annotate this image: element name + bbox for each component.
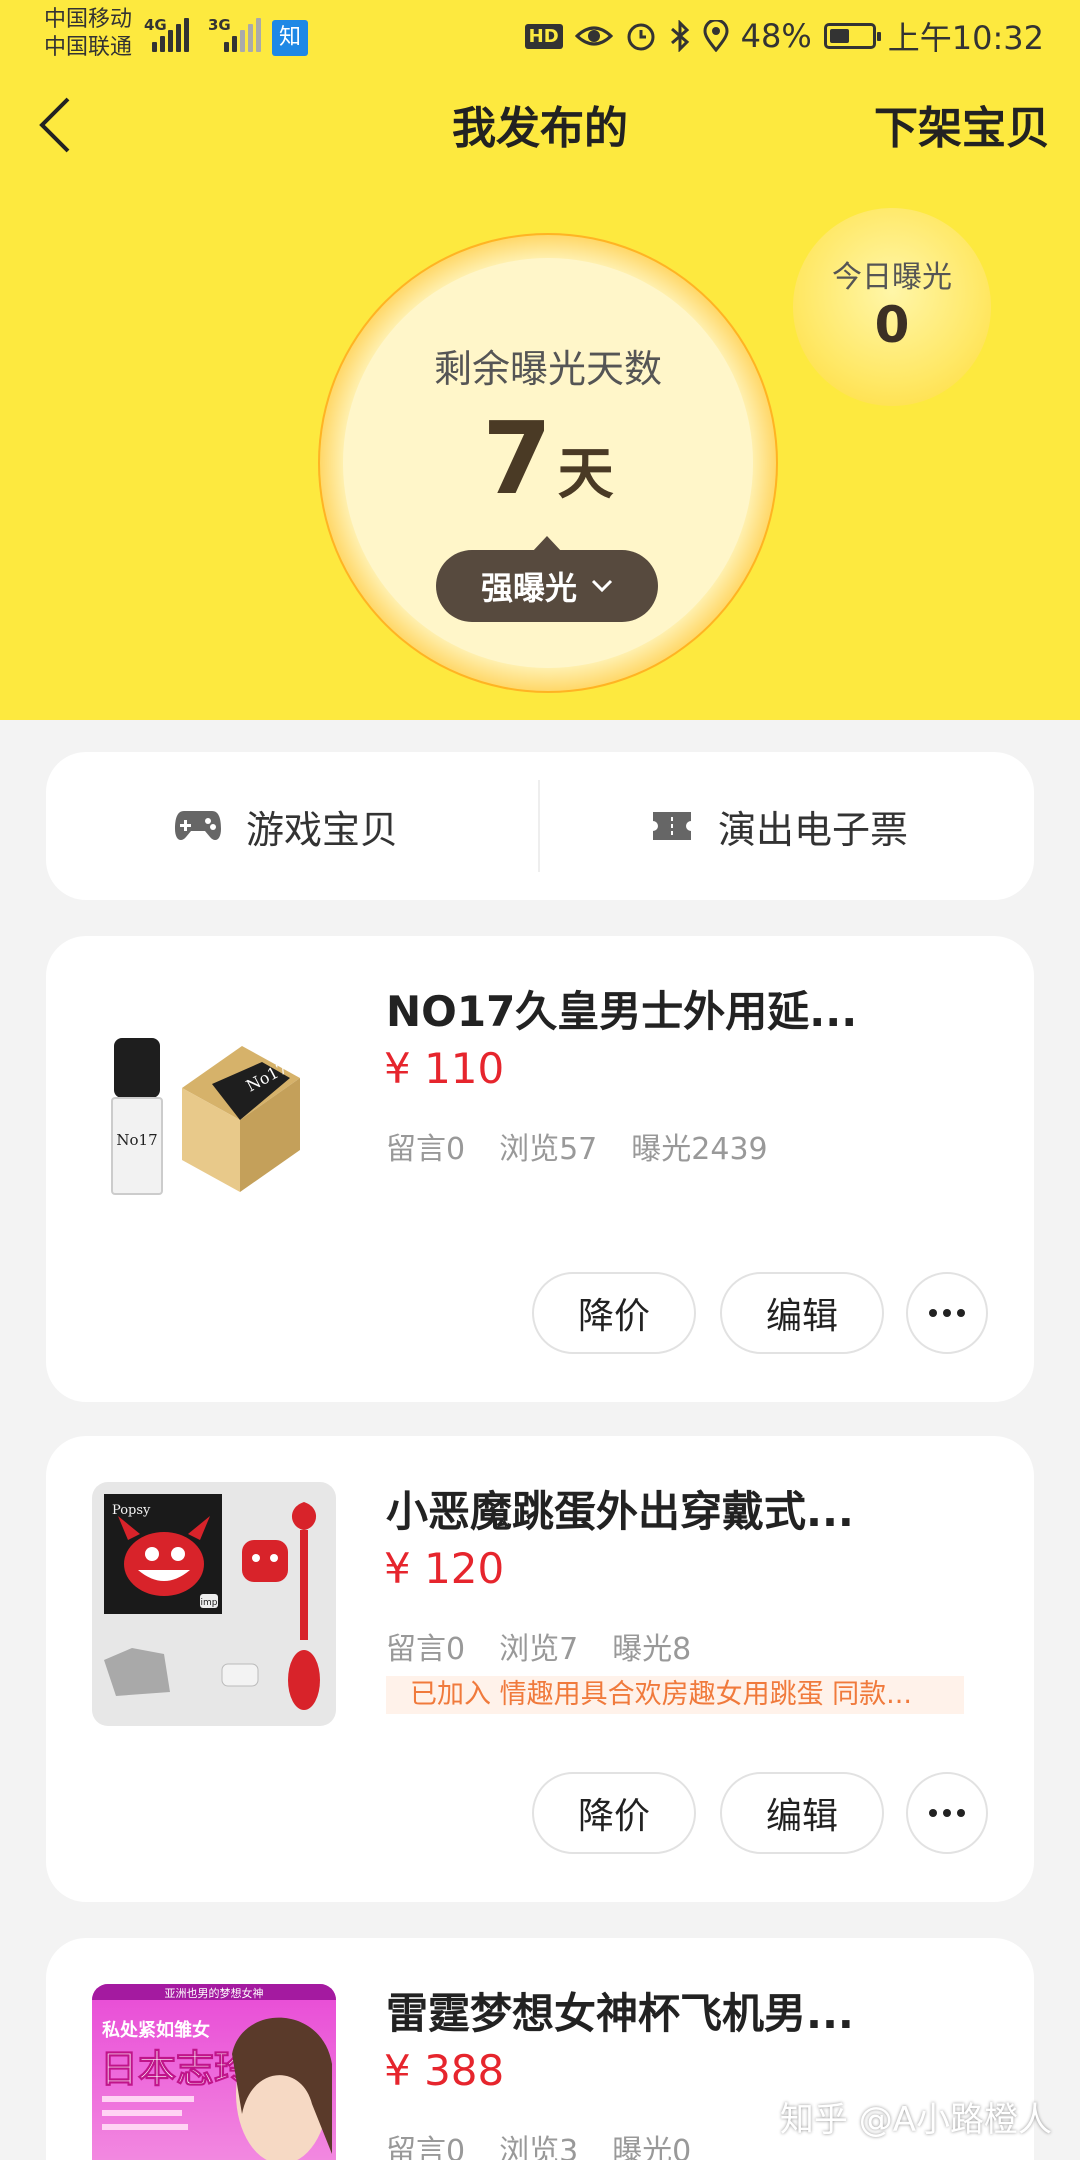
views-count: 浏览3 bbox=[499, 2134, 579, 2160]
thumb-banner: 亚洲也男的梦想女神 bbox=[165, 1986, 264, 2000]
category-game-items[interactable]: 游戏宝贝 bbox=[174, 752, 398, 900]
exposure-days-unit: 天 bbox=[557, 442, 614, 507]
status-time: 上午10:32 bbox=[887, 19, 1044, 57]
category-card: 游戏宝贝 演出电子票 bbox=[46, 752, 1034, 900]
comments-count: 留言0 bbox=[386, 1132, 466, 1167]
exposure-days: 7 bbox=[482, 400, 552, 517]
product-thumbnail[interactable]: 亚洲也男的梦想女神 私处紧如雏女 日本志玲 夢 bbox=[92, 1984, 336, 2160]
product-price: ¥ 120 bbox=[384, 1544, 505, 1593]
alarm-icon bbox=[627, 23, 655, 51]
thumb-text-1: 私处紧如雏女 bbox=[102, 2019, 210, 2041]
product-image: Popsy imp bbox=[104, 1494, 320, 1710]
views-count: 浏览57 bbox=[499, 1132, 598, 1167]
status-bar: 中国移动 中国联通 4G 3G 知 HD 48% 上午10:32 bbox=[0, 0, 1080, 70]
status-right: HD 48% 上午10:32 bbox=[524, 14, 1044, 58]
product-thumbnail[interactable]: No17 No17 bbox=[92, 980, 336, 1224]
zhihu-app-icon: 知 bbox=[272, 20, 308, 56]
popsy-brand: Popsy bbox=[112, 1503, 151, 1518]
remaining-exposure-label: 剩余曝光天数 bbox=[433, 347, 662, 391]
remaining-exposure-value: 7 天 bbox=[343, 400, 753, 517]
more-dot bbox=[957, 1809, 965, 1817]
hd-icon: HD bbox=[524, 23, 563, 49]
category-e-ticket[interactable]: 演出电子票 bbox=[650, 752, 908, 900]
product-title: 小恶魔跳蛋外出穿戴式... bbox=[386, 1487, 854, 1536]
more-options-button[interactable] bbox=[906, 1272, 988, 1354]
signal-icon bbox=[152, 18, 189, 52]
product-price: ¥ 388 bbox=[384, 2046, 505, 2095]
battery-percent: 48% bbox=[740, 17, 812, 55]
more-options-button[interactable] bbox=[906, 1772, 988, 1854]
edit-button[interactable]: 编辑 bbox=[720, 1272, 884, 1354]
signal-icon-2 bbox=[224, 18, 261, 52]
product-title: 雷霆梦想女神杯飞机男... bbox=[386, 1989, 854, 2038]
watermark: 知乎 @A小路橙人 bbox=[779, 2100, 1052, 2140]
location-icon bbox=[703, 20, 729, 52]
product-price: ¥ 110 bbox=[384, 1044, 505, 1093]
bottle-logo: No17 bbox=[116, 1131, 157, 1149]
product-card[interactable]: No17 No17 NO17久皇男士外用延... ¥ 110 留言0 浏览57 … bbox=[46, 936, 1034, 1402]
product-title: NO17久皇男士外用延... bbox=[386, 987, 858, 1036]
today-exposure-value: 0 bbox=[874, 296, 910, 354]
product-thumbnail[interactable]: Popsy imp bbox=[92, 1482, 336, 1726]
more-dot bbox=[943, 1309, 951, 1317]
more-dot bbox=[943, 1809, 951, 1817]
strong-exposure-button[interactable]: 强曝光 bbox=[436, 536, 658, 622]
product-stats: 留言0 浏览57 曝光2439 bbox=[386, 1124, 768, 1168]
more-dot bbox=[929, 1309, 937, 1317]
product-stats: 留言0 浏览3 曝光0 bbox=[386, 2126, 691, 2160]
thumb-text-2: 日本志玲 bbox=[100, 2047, 252, 2091]
carrier-2: 中国联通 bbox=[44, 35, 133, 60]
delist-button[interactable]: 下架宝贝 bbox=[874, 92, 1050, 156]
exposure-count: 曝光8 bbox=[612, 1632, 692, 1667]
comments-count: 留言0 bbox=[386, 1632, 466, 1667]
carrier-info: 中国移动 中国联通 bbox=[44, 6, 132, 62]
more-dot bbox=[957, 1309, 965, 1317]
ticket-icon bbox=[653, 812, 691, 840]
battery-icon bbox=[823, 23, 881, 49]
edit-button[interactable]: 编辑 bbox=[720, 1772, 884, 1854]
more-dot bbox=[929, 1809, 937, 1817]
carrier-1: 中国移动 bbox=[44, 7, 133, 32]
bluetooth-icon bbox=[670, 20, 689, 52]
chevron-down-icon bbox=[591, 579, 613, 593]
product-card[interactable]: Popsy imp 小恶魔跳蛋外出穿戴式... ¥ 120 留言0 浏览7 曝光… bbox=[46, 1436, 1034, 1902]
product-image: No17 No17 bbox=[111, 1038, 300, 1195]
views-count: 浏览7 bbox=[499, 1632, 579, 1667]
gamepad-icon bbox=[175, 811, 221, 841]
imp-label: imp bbox=[201, 1598, 218, 1608]
category-label: 游戏宝贝 bbox=[246, 807, 399, 852]
eye-icon bbox=[574, 26, 613, 46]
exposure-count: 曝光2439 bbox=[631, 1132, 768, 1167]
comments-count: 留言0 bbox=[386, 2134, 466, 2160]
exposure-count: 曝光0 bbox=[612, 2134, 692, 2160]
strong-exposure-label: 强曝光 bbox=[480, 569, 577, 607]
product-image: 亚洲也男的梦想女神 私处紧如雏女 日本志玲 夢 bbox=[92, 1984, 336, 2160]
category-label: 演出电子票 bbox=[718, 807, 909, 852]
product-stats: 留言0 浏览7 曝光8 bbox=[386, 1624, 691, 1668]
today-exposure-label: 今日曝光 bbox=[832, 260, 952, 295]
reduce-price-button[interactable]: 降价 bbox=[532, 1272, 696, 1354]
same-style-tag[interactable]: 已加入 情趣用具合欢房趣女用跳蛋 同款... bbox=[386, 1676, 964, 1714]
reduce-price-button[interactable]: 降价 bbox=[532, 1772, 696, 1854]
category-divider bbox=[538, 780, 540, 872]
